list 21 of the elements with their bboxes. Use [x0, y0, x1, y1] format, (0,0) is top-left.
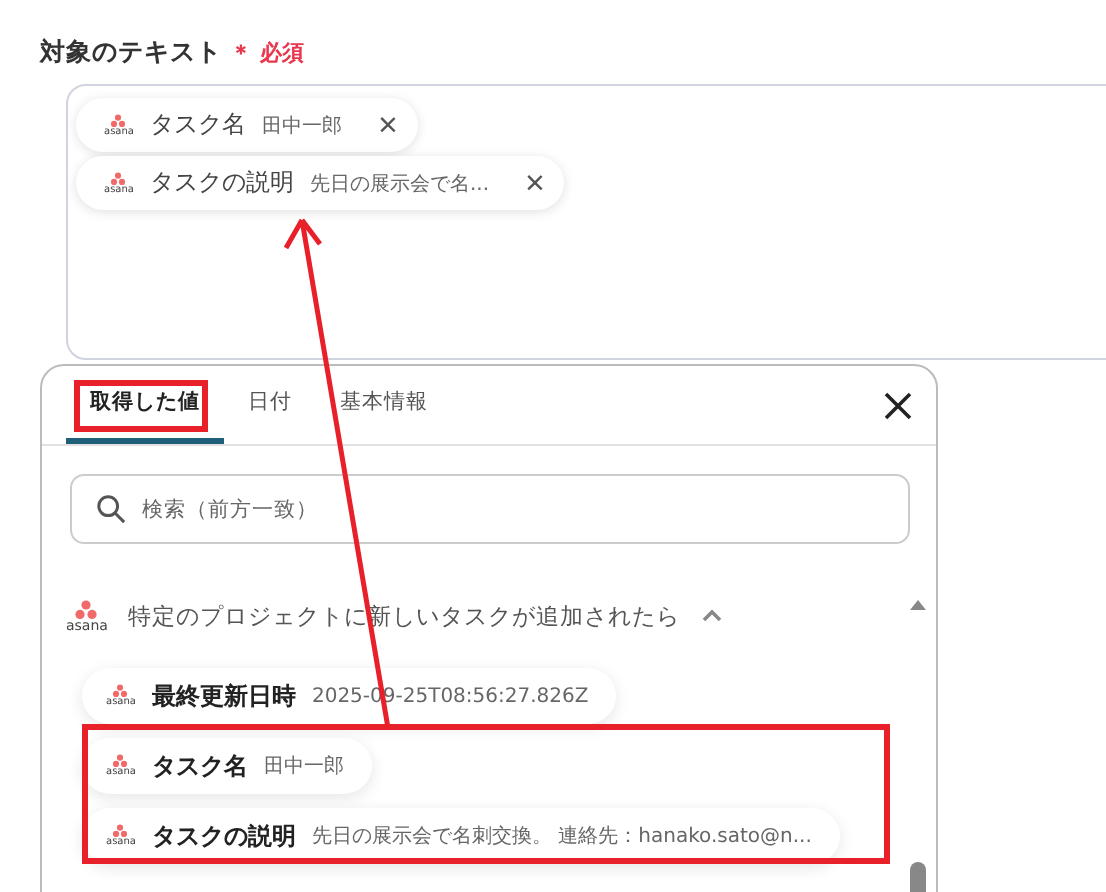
chip-value: 先日の展示会で名... [309, 171, 490, 197]
search-icon [96, 494, 126, 524]
chip-name: タスク名 [149, 108, 246, 142]
tab[interactable]: 日付 [224, 366, 316, 444]
field-label: 対象のテキスト [40, 35, 222, 69]
scroll-up-icon[interactable] [908, 596, 928, 612]
item-value: 田中一郎 [263, 753, 344, 780]
item-name: タスクの説明 [151, 819, 296, 853]
tab[interactable]: 取得した値 [66, 366, 224, 444]
remove-button[interactable]: × [521, 166, 549, 200]
item-value: 先日の展示会で名刺交換。 連絡先：hanako.sato@n... [311, 823, 812, 850]
item-name: タスク名 [151, 749, 248, 783]
search-box[interactable]: 検索（前方一致） [70, 474, 910, 544]
tab[interactable]: 基本情報 [316, 366, 452, 444]
highlight-frame [74, 380, 208, 432]
required-text: 必須 [260, 37, 304, 67]
required-mark: ＊ [230, 37, 252, 67]
chip-value: 田中一郎 [261, 113, 342, 139]
chip-name: タスクの説明 [149, 166, 294, 200]
item-name: 最終更新日時 [151, 679, 296, 713]
remove-button[interactable]: × [373, 108, 402, 142]
